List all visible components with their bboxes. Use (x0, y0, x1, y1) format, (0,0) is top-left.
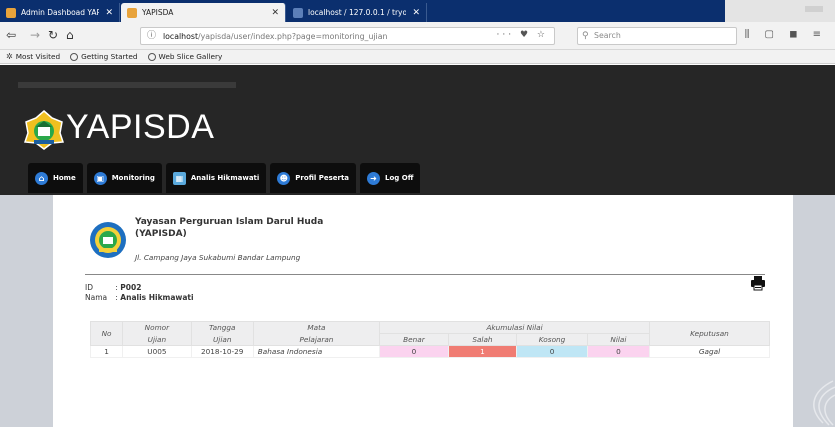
search-input[interactable]: ⚲ Search (577, 27, 737, 45)
reload-icon[interactable]: ↻ (48, 28, 58, 42)
participant-info: ID : P002 Nama : Analis Hikmawati (85, 283, 194, 302)
col-header-akumulasi: Akumulasi Nilai (379, 321, 650, 334)
browser-navbar: ⇦ → ↻ ⌂ ⓘ localhost/yapisda/user/index.p… (0, 22, 835, 50)
menu-item-monitoring[interactable]: ▣ Monitoring (86, 163, 162, 193)
close-icon[interactable]: ✕ (271, 8, 279, 18)
institution-address: Jl. Campang Jaya Sukabumi Bandar Lampung (135, 253, 301, 262)
bookmark-label: Most Visited (15, 52, 61, 61)
col-header-ujian: Ujian (122, 333, 192, 346)
cell-benar: 0 (379, 345, 449, 358)
info-icon[interactable]: ⓘ (147, 31, 156, 41)
back-icon[interactable]: ⇦ (6, 28, 16, 42)
window-controls[interactable] (805, 6, 823, 12)
cell-kosong: 0 (516, 345, 588, 358)
tab-yapisda[interactable]: YAPISDA ✕ (121, 3, 286, 22)
col-header-nomor: Nomor (122, 321, 192, 334)
menu-label: Analis Hikmawati (190, 174, 260, 182)
home-icon[interactable]: ⌂ (66, 28, 74, 42)
divider (85, 274, 765, 275)
cell-no: 1 (89, 345, 124, 358)
menu-label: Home (53, 174, 76, 182)
col-header-tanggal: Tangga (190, 321, 254, 334)
home-icon: ⌂ (35, 171, 48, 185)
yapisda-favicon-icon (6, 7, 16, 18)
monitor-icon: ▣ (93, 171, 107, 185)
close-icon[interactable]: ✕ (105, 8, 113, 18)
cell-mata-pelajaran: Bahasa Indonesia (252, 345, 381, 358)
bookmark-label: Web Slice Gallery (158, 52, 223, 61)
logout-icon: ➜ (367, 171, 381, 185)
browser-tabbar: Admin Dashboad YAPISDA ✕ YAPISDA ✕ local… (0, 0, 835, 22)
col-header-salah: Salah (447, 333, 518, 346)
user-photo-icon: ▦ (172, 171, 186, 185)
search-icon: ⚲ (582, 31, 589, 41)
cell-tanggal: 2018-10-29 (190, 345, 254, 358)
tab-admin-dashboard[interactable]: Admin Dashboad YAPISDA ✕ (0, 3, 120, 22)
yapisda-favicon-icon (127, 7, 137, 18)
exam-result-table: No Nomor Tangga Mata Akumulasi Nilai Kep… (89, 321, 771, 358)
col-header-mata: Mata (252, 321, 381, 334)
menu-item-home[interactable]: ⌂ Home (28, 163, 83, 193)
col-header-benar: Benar (379, 333, 449, 346)
gear-icon: ✲ (6, 52, 13, 61)
institution-name: Yayasan Perguruan Islam Darul Huda (YAPI… (135, 216, 323, 240)
yapisda-logo-icon (24, 110, 64, 150)
bookmark-web-slice-gallery[interactable]: Web Slice Gallery (147, 52, 223, 61)
page-actions-icon[interactable]: ··· ♥ ☆ (497, 30, 548, 40)
table-row: 1 U005 2018-10-29 Bahasa Indonesia 0 1 0… (89, 345, 771, 358)
decorative-swirl (813, 380, 835, 426)
forward-icon[interactable]: → (30, 28, 40, 42)
col-header-kosong: Kosong (516, 333, 588, 346)
url-path: /yapisda/user/index.php?page=monitoring_… (198, 31, 388, 41)
tab-label: localhost / 127.0.0.1 / tryout / ... (308, 8, 407, 17)
institution-name-line1: Yayasan Perguruan Islam Darul Huda (135, 217, 324, 227)
name-value: Analis Hikmawati (120, 293, 194, 302)
menu-item-profil-peserta[interactable]: ☻ Profil Peserta (270, 163, 357, 193)
menu-label: Profil Peserta (295, 174, 350, 182)
report-panel: Yayasan Perguruan Islam Darul Huda (YAPI… (53, 195, 793, 427)
close-icon[interactable]: ✕ (412, 8, 420, 18)
menu-item-analis-hikmawati[interactable]: ▦ Analis Hikmawati (165, 163, 267, 193)
institution-name-line2: (YAPISDA) (135, 229, 187, 239)
url-bar[interactable]: ⓘ localhost/yapisda/user/index.php?page=… (140, 27, 555, 45)
bookmark-most-visited[interactable]: ✲ Most Visited (6, 52, 60, 61)
profile-icon: ☻ (277, 171, 291, 185)
cell-nomor-ujian: U005 (122, 345, 192, 358)
cell-salah: 1 (447, 345, 518, 358)
toolbar-icons[interactable]: ⫼ ▢ ◼ ≡ (745, 29, 827, 40)
phpmyadmin-favicon-icon (293, 7, 303, 18)
header-strip (18, 82, 236, 88)
cell-nilai: 0 (586, 345, 650, 358)
id-value: P002 (120, 283, 142, 292)
search-placeholder: Search (594, 31, 621, 40)
col-header-tanggal-ujian: Ujian (190, 333, 254, 346)
site-brand-title: YAPISDA (66, 108, 215, 146)
col-header-no: No (89, 321, 124, 346)
col-header-nilai: Nilai (586, 333, 650, 346)
menu-label: Log Off (385, 174, 414, 182)
menu-label: Monitoring (111, 174, 155, 182)
tab-phpmyadmin[interactable]: localhost / 127.0.0.1 / tryout / ... ✕ (287, 3, 427, 22)
tab-label: YAPISDA (142, 8, 174, 17)
bookmark-getting-started[interactable]: Getting Started (70, 52, 138, 61)
cell-keputusan: Gagal (648, 345, 771, 358)
web-page: YAPISDA ⌂ Home ▣ Monitoring ▦ Analis Hik… (0, 65, 835, 427)
globe-icon (147, 52, 156, 61)
name-label: Nama (85, 293, 108, 302)
content-wrapper: Yayasan Perguruan Islam Darul Huda (YAPI… (0, 195, 835, 427)
main-menu: ⌂ Home ▣ Monitoring ▦ Analis Hikmawati ☻… (28, 163, 421, 193)
site-header: YAPISDA ⌂ Home ▣ Monitoring ▦ Analis Hik… (0, 65, 835, 195)
id-label: ID (85, 283, 93, 292)
col-header-pelajaran: Pelajaran (252, 333, 381, 346)
url-host: localhost (163, 31, 198, 41)
bookmark-label: Getting Started (81, 52, 138, 61)
tabbar-empty-area (725, 0, 835, 22)
institution-logo-icon (90, 222, 126, 258)
bookmarks-bar: ✲ Most Visited Getting Started Web Slice … (0, 50, 835, 64)
col-header-keputusan: Keputusan (648, 321, 771, 346)
menu-item-log-off[interactable]: ➜ Log Off (360, 163, 421, 193)
tab-label: Admin Dashboad YAPISDA (21, 8, 100, 17)
globe-icon (70, 52, 79, 61)
print-icon[interactable] (750, 275, 766, 291)
